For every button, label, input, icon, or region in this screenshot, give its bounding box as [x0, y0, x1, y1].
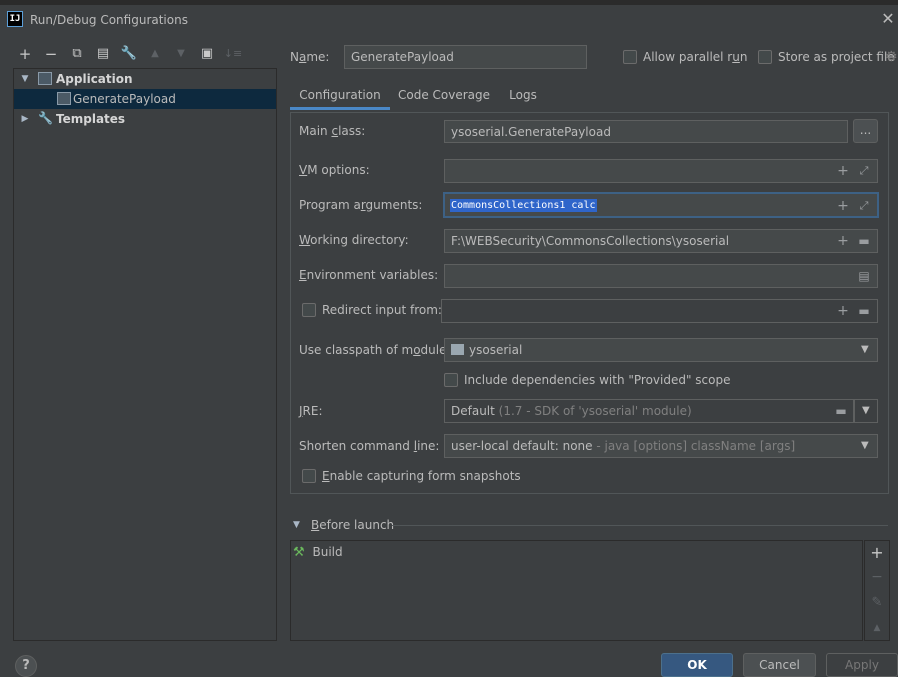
- edit-icon[interactable]: ✎: [869, 595, 885, 610]
- chevron-down-icon[interactable]: ▼: [861, 344, 869, 355]
- browse-main-class-button[interactable]: ...: [853, 119, 878, 143]
- jre-dropdown-button[interactable]: ▼: [854, 399, 878, 423]
- classpath-module-select[interactable]: ysoserial: [444, 338, 878, 362]
- plus-icon[interactable]: +: [835, 301, 851, 321]
- main-class-label: Main class:: [299, 124, 366, 138]
- main-class-input[interactable]: ysoserial.GeneratePayload: [444, 120, 848, 143]
- plus-icon[interactable]: +: [835, 231, 851, 251]
- folder-group-icon[interactable]: ▣: [197, 44, 217, 64]
- enable-snapshots-label: Enable capturing form snapshots: [322, 469, 521, 483]
- chevron-down-icon[interactable]: ▼: [861, 440, 869, 451]
- gear-icon[interactable]: ⚙: [885, 49, 898, 65]
- jre-hint: (1.7 - SDK of 'ysoserial' module): [494, 404, 692, 418]
- module-folder-icon: [451, 344, 464, 355]
- vm-options-input[interactable]: [444, 159, 878, 183]
- divider: [392, 525, 888, 526]
- move-down-icon[interactable]: ▼: [171, 44, 191, 64]
- environment-variables-label: Environment variables:: [299, 268, 439, 282]
- build-task-label: Build: [312, 545, 343, 559]
- tab-code-coverage[interactable]: Code Coverage: [392, 80, 496, 110]
- shorten-command-line-select[interactable]: user-local default: none - java [options…: [444, 434, 878, 458]
- selected-text: CommonsCollections1 calc: [450, 199, 597, 212]
- working-directory-input[interactable]: F:\WEBSecurity\CommonsCollections\ysoser…: [444, 229, 878, 253]
- tree-item-generatepayload[interactable]: GeneratePayload: [14, 89, 276, 109]
- program-arguments-input[interactable]: CommonsCollections1 calc: [443, 192, 879, 218]
- classpath-module-label: Use classpath of module:: [299, 343, 451, 357]
- name-input[interactable]: GeneratePayload: [344, 45, 587, 69]
- redirect-input-field[interactable]: [441, 299, 878, 323]
- plus-icon[interactable]: +: [835, 196, 851, 216]
- allow-parallel-label: Allow parallel run: [643, 50, 748, 64]
- copy-icon[interactable]: ⧉: [67, 44, 87, 64]
- name-label: Name:: [290, 50, 330, 64]
- jre-value: Default: [451, 404, 495, 418]
- tree-label-application: Application: [56, 72, 133, 86]
- chevron-right-icon[interactable]: ▶: [19, 109, 31, 129]
- include-dependencies-label: Include dependencies with "Provided" sco…: [464, 373, 731, 387]
- wrench-icon[interactable]: 🔧: [119, 44, 139, 64]
- tree-label-generatepayload: GeneratePayload: [73, 92, 176, 106]
- chevron-down-icon: ▼: [862, 405, 870, 416]
- tree-label-templates: Templates: [56, 112, 126, 126]
- tab-configuration[interactable]: Configuration: [290, 80, 390, 110]
- folder-icon[interactable]: ▬: [856, 231, 872, 251]
- add-icon[interactable]: +: [15, 44, 35, 64]
- before-launch-list[interactable]: ⚒ Build: [290, 540, 863, 641]
- cancel-button[interactable]: Cancel: [743, 653, 816, 677]
- application-icon: [57, 92, 71, 105]
- plus-icon[interactable]: +: [835, 161, 851, 181]
- list-item[interactable]: ⚒ Build: [293, 543, 343, 561]
- wrench-icon: 🔧: [38, 111, 53, 125]
- tab-logs[interactable]: Logs: [500, 80, 546, 110]
- remove-icon[interactable]: −: [869, 569, 885, 585]
- sort-icon[interactable]: ↓≡: [223, 44, 243, 64]
- chevron-down-icon[interactable]: ▼: [293, 520, 300, 530]
- expand-icon[interactable]: ⤢: [856, 196, 872, 216]
- tree-item-application[interactable]: ▼ Application: [14, 69, 276, 89]
- folder-icon[interactable]: ▬: [856, 301, 872, 321]
- store-project-checkbox[interactable]: [758, 50, 772, 64]
- ok-button[interactable]: OK: [661, 653, 733, 677]
- add-icon[interactable]: +: [869, 543, 885, 562]
- allow-parallel-checkbox[interactable]: [623, 50, 637, 64]
- shorten-value: user-local default: none: [451, 439, 593, 453]
- shorten-command-line-label: Shorten command line:: [299, 439, 440, 453]
- jre-label: JRE:: [299, 404, 323, 418]
- before-launch-toolbar: + − ✎ ▲: [864, 540, 890, 641]
- folder-icon[interactable]: ▬: [833, 401, 849, 421]
- jre-select[interactable]: Default (1.7 - SDK of 'ysoserial' module…: [444, 399, 854, 423]
- chevron-down-icon[interactable]: ▼: [19, 69, 31, 89]
- classpath-module-value: ysoserial: [469, 343, 523, 357]
- configurations-tree[interactable]: ▼ Application GeneratePayload ▶ 🔧 Templa…: [13, 68, 277, 641]
- move-up-icon[interactable]: ▲: [869, 623, 885, 633]
- shorten-hint: - java [options] className [args]: [592, 439, 796, 453]
- tree-item-templates[interactable]: ▶ 🔧 Templates: [14, 109, 276, 129]
- title-bar: IJ Run/Debug Configurations ✕: [0, 5, 898, 37]
- vm-options-label: VM options:: [299, 163, 370, 177]
- working-directory-label: Working directory:: [299, 233, 409, 247]
- move-up-icon[interactable]: ▲: [145, 44, 165, 64]
- window-title: Run/Debug Configurations: [30, 13, 188, 27]
- enable-snapshots-checkbox[interactable]: [302, 469, 316, 483]
- program-arguments-label: Program arguments:: [299, 198, 423, 212]
- intellij-app-icon: IJ: [7, 11, 23, 27]
- include-dependencies-checkbox[interactable]: [444, 373, 458, 387]
- close-icon[interactable]: ✕: [880, 8, 896, 30]
- apply-button[interactable]: Apply: [826, 653, 898, 677]
- redirect-input-label: Redirect input from:: [322, 303, 442, 317]
- application-icon: [38, 72, 52, 85]
- before-launch-header[interactable]: Before launch: [311, 518, 394, 532]
- hammer-icon: ⚒: [293, 545, 305, 560]
- store-project-label: Store as project file: [778, 50, 895, 64]
- save-icon[interactable]: ▤: [93, 44, 113, 64]
- remove-icon[interactable]: −: [41, 44, 61, 64]
- redirect-input-checkbox[interactable]: [302, 303, 316, 317]
- list-icon[interactable]: ▤: [856, 266, 872, 286]
- environment-variables-input[interactable]: [444, 264, 878, 288]
- expand-icon[interactable]: ⤢: [856, 161, 872, 181]
